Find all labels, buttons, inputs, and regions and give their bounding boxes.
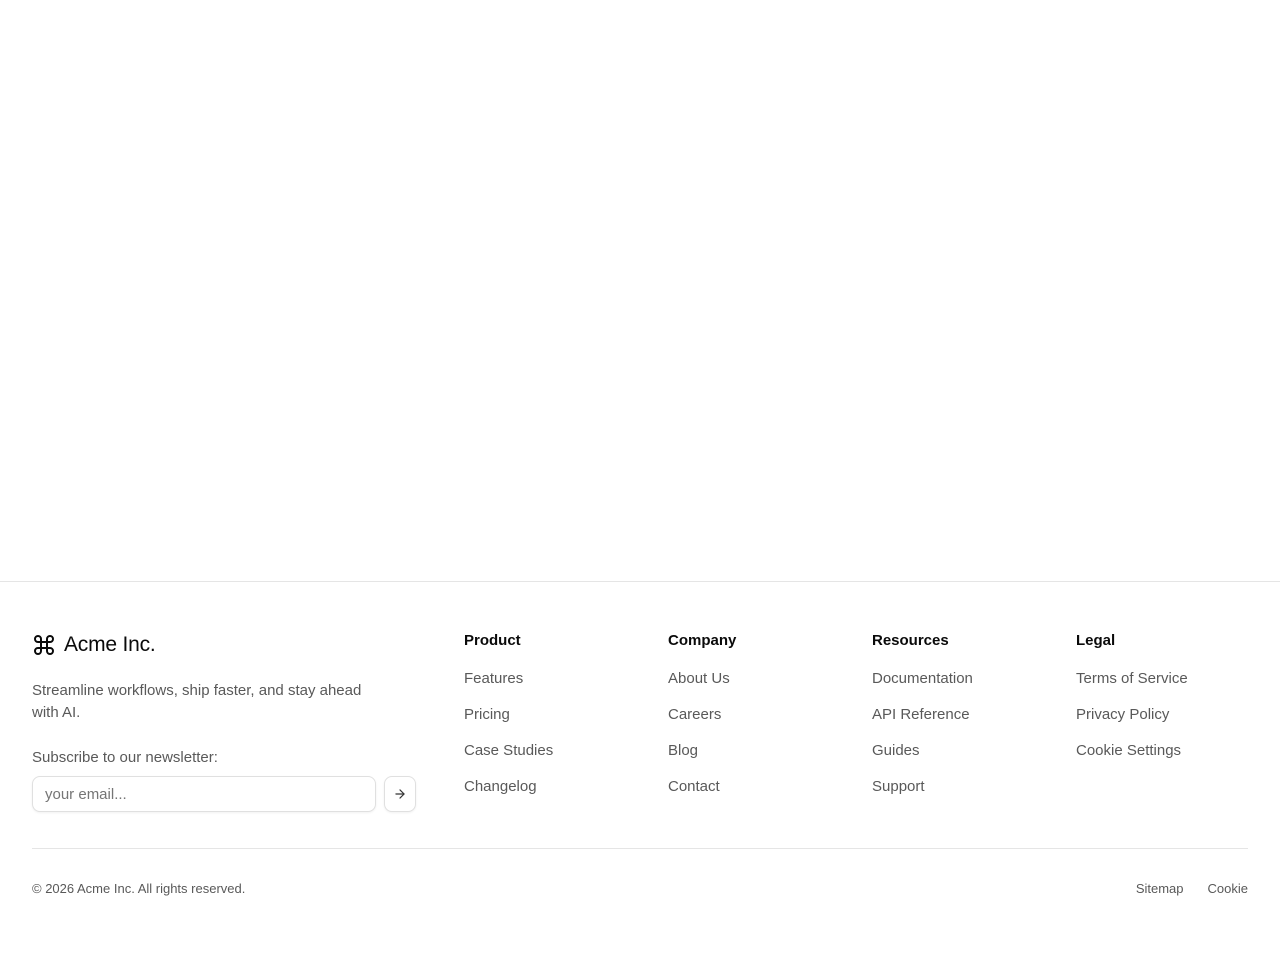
brand-logo[interactable]: Acme Inc. — [32, 631, 422, 659]
column-title: Resources — [872, 632, 949, 649]
footer-link-cookie[interactable]: Cookie — [1208, 881, 1248, 897]
footer-link-guides[interactable]: Guides — [872, 742, 920, 760]
newsletter-label: Subscribe to our newsletter: — [32, 749, 218, 766]
footer-link-about-us[interactable]: About Us — [668, 670, 730, 688]
footer-link-careers[interactable]: Careers — [668, 706, 721, 724]
arrow-right-icon — [393, 787, 407, 801]
footer-brand-section: Acme Inc. Streamline workflows, ship fas… — [32, 631, 422, 812]
newsletter-submit-button[interactable] — [384, 776, 416, 812]
footer-link-api-reference[interactable]: API Reference — [872, 706, 970, 724]
footer-column-company: Company About Us Careers Blog Contact — [668, 632, 848, 814]
footer-link-features[interactable]: Features — [464, 670, 523, 688]
footer-link-changelog[interactable]: Changelog — [464, 778, 537, 796]
footer-link-privacy-policy[interactable]: Privacy Policy — [1076, 706, 1169, 724]
newsletter-form — [32, 776, 422, 812]
column-title: Legal — [1076, 632, 1116, 649]
footer-column-legal: Legal Terms of Service Privacy Policy Co… — [1076, 632, 1256, 778]
column-title: Company — [668, 632, 737, 649]
footer-link-case-studies[interactable]: Case Studies — [464, 742, 553, 760]
footer-link-terms-of-service[interactable]: Terms of Service — [1076, 670, 1188, 688]
footer-column-product: Product Features Pricing Case Studies Ch… — [464, 632, 644, 814]
column-title: Product — [464, 632, 521, 649]
footer-link-support[interactable]: Support — [872, 778, 925, 796]
newsletter-email-input[interactable] — [32, 776, 376, 812]
footer-link-cookie-settings[interactable]: Cookie Settings — [1076, 742, 1181, 760]
footer-link-documentation[interactable]: Documentation — [872, 670, 973, 688]
brand-name: Acme Inc. — [64, 633, 156, 656]
footer-link-pricing[interactable]: Pricing — [464, 706, 510, 724]
footer-divider — [32, 848, 1248, 849]
main-content-area — [0, 0, 1280, 581]
brand-tagline: Streamline workflows, ship faster, and s… — [32, 682, 362, 721]
site-footer: Acme Inc. Streamline workflows, ship fas… — [0, 581, 1280, 960]
footer-column-resources: Resources Documentation API Reference Gu… — [872, 632, 1052, 814]
footer-link-sitemap[interactable]: Sitemap — [1136, 881, 1184, 897]
copyright-text: © 2026 Acme Inc. All rights reserved. — [32, 881, 246, 896]
footer-bottom-links: Sitemap Cookie — [1112, 881, 1248, 897]
footer-link-contact[interactable]: Contact — [668, 778, 720, 796]
footer-link-blog[interactable]: Blog — [668, 742, 698, 760]
command-icon — [32, 633, 56, 657]
